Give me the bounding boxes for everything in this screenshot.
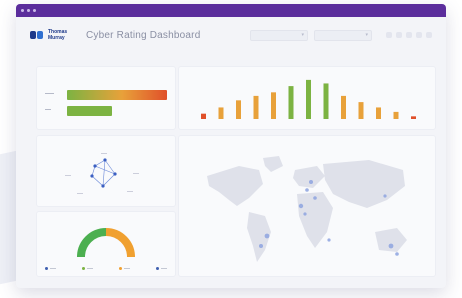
legend-placeholder: ▬▬ xyxy=(161,266,167,270)
map-point xyxy=(305,188,309,192)
column-bar xyxy=(376,107,381,119)
map-point xyxy=(264,233,270,239)
horizontal-bar-low xyxy=(67,106,112,116)
gauge-card: ▬▬ ▬▬ ▬▬ ▬▬ xyxy=(36,211,176,277)
world-map-card xyxy=(178,135,436,277)
legend-placeholder: ▬▬ xyxy=(124,266,130,270)
map-point xyxy=(259,244,263,248)
network-node xyxy=(113,172,117,176)
legend-dot-icon xyxy=(156,266,159,270)
window-titlebar xyxy=(16,4,446,17)
map-point xyxy=(395,252,399,256)
window-dot-maximize[interactable] xyxy=(33,9,36,12)
column-bar xyxy=(393,111,399,119)
column-bar xyxy=(201,113,206,119)
gauge-legend-item: ▬▬ xyxy=(156,266,167,270)
column-bar xyxy=(236,100,241,119)
page-title: Cyber Rating Dashboard xyxy=(86,29,201,41)
horizontal-bar-high xyxy=(67,90,167,100)
column-bar xyxy=(341,95,346,119)
toolbar-icon[interactable] xyxy=(426,32,432,38)
bar-row-label: ▬▬▬ xyxy=(45,91,54,95)
network-axis-label: ▬▬ xyxy=(133,171,139,175)
network-axis-label: ▬▬ xyxy=(101,151,107,155)
map-continent-greenland xyxy=(263,156,283,172)
network-axis-label: ▬▬ xyxy=(77,191,83,195)
map-point xyxy=(327,238,331,242)
map-point xyxy=(313,196,317,200)
column-chart xyxy=(201,79,416,119)
column-bar xyxy=(271,92,276,119)
chevron-down-icon: ▾ xyxy=(365,31,368,38)
map-point xyxy=(303,212,307,216)
network-node xyxy=(103,158,107,162)
network-node xyxy=(101,184,105,188)
world-map xyxy=(207,156,407,262)
map-point xyxy=(309,180,313,184)
horizontal-bar-card: ▬▬▬ ▬▬ xyxy=(36,66,176,130)
network-node xyxy=(93,164,97,168)
legend-dot-icon xyxy=(45,266,48,270)
toolbar-icons xyxy=(386,32,432,38)
brand-logo-icon xyxy=(30,31,43,39)
toolbar-icon[interactable] xyxy=(396,32,402,38)
map-continent-asia xyxy=(323,160,405,208)
map-continent-north-america xyxy=(207,166,263,206)
gauge-legend-item: ▬▬ xyxy=(82,266,93,270)
column-bar xyxy=(323,83,329,119)
column-bar xyxy=(218,107,224,119)
network-axis-label: ▬▬ xyxy=(65,173,71,177)
network-graph-card: ▬▬ ▬▬ ▬▬ ▬▬ ▬▬ xyxy=(36,135,176,207)
map-continent-europe xyxy=(293,166,325,188)
legend-dot-icon xyxy=(119,266,122,270)
window-dot-minimize[interactable] xyxy=(27,9,30,12)
column-bar xyxy=(358,102,364,119)
filter-select-1[interactable]: ▾ xyxy=(250,29,308,41)
gauge-legend-item: ▬▬ xyxy=(119,266,130,270)
column-bar xyxy=(253,95,259,119)
network-axis-label: ▬▬ xyxy=(127,189,133,193)
map-point xyxy=(388,243,394,249)
legend-placeholder: ▬▬ xyxy=(87,266,93,270)
network-node xyxy=(90,174,94,178)
window-dot-close[interactable] xyxy=(21,9,24,12)
legend-placeholder: ▬▬ xyxy=(50,266,56,270)
brand-line-2: Murray xyxy=(48,35,65,41)
column-bar xyxy=(306,79,311,119)
brand-name: Thomas Murray xyxy=(48,29,72,41)
network-graph: ▬▬ ▬▬ ▬▬ ▬▬ ▬▬ xyxy=(65,151,139,195)
column-bar xyxy=(288,86,294,119)
header-controls: ▾ ▾ xyxy=(250,29,432,41)
app-window: Thomas Murray Cyber Rating Dashboard ▾ ▾… xyxy=(16,4,446,288)
bar-row-label: ▬▬ xyxy=(45,107,51,111)
legend-dot-icon xyxy=(82,266,85,270)
chevron-down-icon: ▾ xyxy=(301,31,304,38)
gauge-legend-item: ▬▬ xyxy=(45,266,56,270)
toolbar-icon[interactable] xyxy=(416,32,422,38)
filter-select-2[interactable]: ▾ xyxy=(314,29,372,41)
toolbar-icon[interactable] xyxy=(406,32,412,38)
gauge-legend: ▬▬ ▬▬ ▬▬ ▬▬ xyxy=(45,266,167,270)
map-point xyxy=(298,203,304,209)
map-point xyxy=(383,194,387,198)
column-chart-card xyxy=(178,66,436,130)
toolbar-icon[interactable] xyxy=(386,32,392,38)
column-bar xyxy=(411,116,416,119)
dashboard-header: Thomas Murray Cyber Rating Dashboard ▾ ▾ xyxy=(16,17,446,53)
